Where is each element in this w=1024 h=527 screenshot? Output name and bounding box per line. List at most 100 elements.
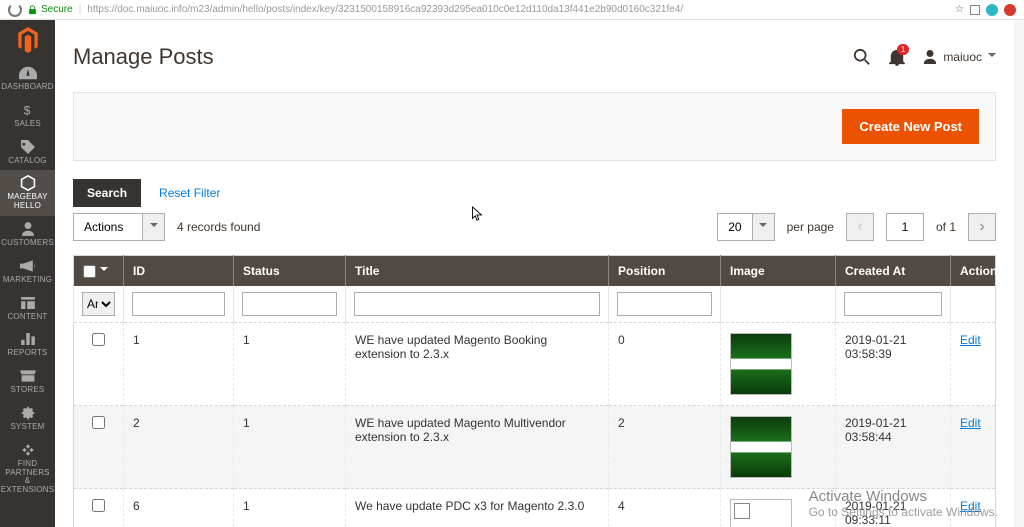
bookmark-box-icon[interactable]	[970, 5, 980, 15]
search-button[interactable]: Search	[73, 179, 141, 207]
create-new-post-button[interactable]: Create New Post	[842, 109, 979, 144]
cell-image	[721, 323, 836, 406]
mass-actions-select[interactable]: Actions	[73, 213, 165, 241]
table-row[interactable]: 11WE have updated Magento Booking extens…	[74, 323, 996, 406]
sidebar-item-stores[interactable]: STORES	[0, 363, 55, 400]
edit-link[interactable]: Edit	[960, 416, 981, 430]
ext-icon-2[interactable]	[1004, 4, 1016, 16]
edit-link[interactable]: Edit	[960, 333, 981, 347]
cell-image	[721, 489, 836, 527]
page-actions: Create New Post	[73, 92, 996, 161]
address-url: https://doc.maiuoc.info/m23/admin/hello/…	[87, 4, 949, 15]
table-row[interactable]: 21WE have updated Magento Multivendor ex…	[74, 406, 996, 489]
notifications-icon[interactable]: 1	[889, 48, 905, 66]
thumbnail-broken-icon	[730, 499, 792, 527]
sidebar-item-content[interactable]: CONTENT	[0, 290, 55, 327]
col-created[interactable]: Created At	[836, 256, 951, 287]
cell-created: 2019-01-21 09:33:11	[836, 489, 951, 527]
sidebar-item-sales[interactable]: $ SALES	[0, 97, 55, 134]
sidebar-label-sales: SALES	[0, 120, 55, 129]
filter-any-select[interactable]: Any	[82, 292, 115, 316]
row-checkbox[interactable]	[92, 416, 105, 429]
gear-icon	[19, 406, 37, 420]
thumbnail-image	[730, 333, 792, 395]
grid-toolbar: Actions 4 records found 20 per page ‹ of…	[73, 213, 996, 241]
per-page-select[interactable]: 20	[717, 213, 774, 241]
sidebar-label-magebay: MAGEBAYHELLO	[0, 193, 55, 211]
pager-next-button[interactable]: ›	[968, 213, 996, 241]
sidebar-label-catalog: CATALOG	[0, 157, 55, 166]
admin-sidebar: DASHBOARD $ SALES CATALOG MAGEBAYHELLO C…	[0, 20, 55, 527]
sidebar-item-findpartners[interactable]: FIND PARTNERS& EXTENSIONS	[0, 437, 55, 500]
tag-icon	[19, 140, 37, 154]
row-checkbox[interactable]	[92, 333, 105, 346]
chevron-down-icon	[143, 213, 165, 241]
sidebar-item-customers[interactable]: CUSTOMERS	[0, 216, 55, 253]
pager-page-input[interactable]	[886, 213, 924, 241]
pager-prev-button[interactable]: ‹	[846, 213, 874, 241]
edit-link[interactable]: Edit	[960, 499, 981, 513]
megaphone-icon	[19, 259, 37, 273]
cell-created: 2019-01-21 03:58:44	[836, 406, 951, 489]
page-header: Manage Posts 1 maiuoc	[73, 20, 996, 92]
reload-icon[interactable]	[8, 3, 22, 17]
ext-icon-1[interactable]	[986, 4, 998, 16]
col-checkbox[interactable]	[74, 256, 124, 287]
reset-filter-link[interactable]: Reset Filter	[159, 186, 220, 200]
browser-chrome: Secure | https://doc.maiuoc.info/m23/adm…	[0, 0, 1024, 20]
row-checkbox[interactable]	[92, 499, 105, 512]
filter-created-input[interactable]	[844, 292, 942, 316]
username: maiuoc	[943, 50, 982, 64]
col-action: Action	[951, 256, 996, 287]
diamond-icon	[19, 443, 37, 457]
cell-id: 6	[124, 489, 234, 527]
star-icon[interactable]: ☆	[955, 4, 964, 15]
sidebar-item-reports[interactable]: REPORTS	[0, 326, 55, 363]
search-icon[interactable]	[853, 48, 871, 66]
cell-position: 4	[609, 489, 721, 527]
filter-row: Any	[74, 286, 996, 323]
sidebar-item-catalog[interactable]: CATALOG	[0, 134, 55, 171]
filter-status-input[interactable]	[242, 292, 337, 316]
filter-position-input[interactable]	[617, 292, 712, 316]
cell-image	[721, 406, 836, 489]
records-found: 4 records found	[177, 220, 260, 234]
sidebar-label-findpartners: FIND PARTNERS& EXTENSIONS	[0, 460, 55, 495]
svg-text:$: $	[23, 103, 30, 117]
cell-status: 1	[234, 489, 346, 527]
cell-title: WE have updated Magento Multivendor exte…	[346, 406, 609, 489]
col-title[interactable]: Title	[346, 256, 609, 287]
cell-id: 1	[124, 323, 234, 406]
sidebar-label-reports: REPORTS	[0, 349, 55, 358]
chevron-down-icon	[753, 213, 775, 241]
sidebar-item-dashboard[interactable]: DASHBOARD	[0, 60, 55, 97]
user-menu[interactable]: maiuoc	[923, 50, 996, 64]
sidebar-item-marketing[interactable]: MARKETING	[0, 253, 55, 290]
sidebar-label-dashboard: DASHBOARD	[0, 83, 55, 92]
thumbnail-image	[730, 416, 792, 478]
sidebar-item-system[interactable]: SYSTEM	[0, 400, 55, 437]
user-icon	[19, 222, 37, 236]
sidebar-label-system: SYSTEM	[0, 423, 55, 432]
sidebar-item-magebayhello[interactable]: MAGEBAYHELLO	[0, 170, 55, 216]
sidebar-label-customers: CUSTOMERS	[0, 239, 55, 248]
cell-status: 1	[234, 323, 346, 406]
dashboard-icon	[19, 66, 37, 80]
posts-grid: ID Status Title Position Image Created A…	[73, 255, 996, 527]
table-row[interactable]: 61We have update PDC x3 for Magento 2.3.…	[74, 489, 996, 527]
pager-of-label: of 1	[936, 220, 956, 234]
grid-tabs: Search Reset Filter	[73, 179, 996, 207]
cell-created: 2019-01-21 03:58:39	[836, 323, 951, 406]
col-image[interactable]: Image	[721, 256, 836, 287]
filter-id-input[interactable]	[132, 292, 225, 316]
col-id[interactable]: ID	[124, 256, 234, 287]
chevron-down-icon	[988, 53, 996, 61]
magento-logo[interactable]	[0, 20, 55, 60]
col-position[interactable]: Position	[609, 256, 721, 287]
header-actions: 1 maiuoc	[853, 48, 996, 66]
cell-position: 0	[609, 323, 721, 406]
browser-right-icons: ☆	[955, 4, 1016, 16]
col-status[interactable]: Status	[234, 256, 346, 287]
sidebar-label-content: CONTENT	[0, 313, 55, 322]
filter-title-input[interactable]	[354, 292, 600, 316]
